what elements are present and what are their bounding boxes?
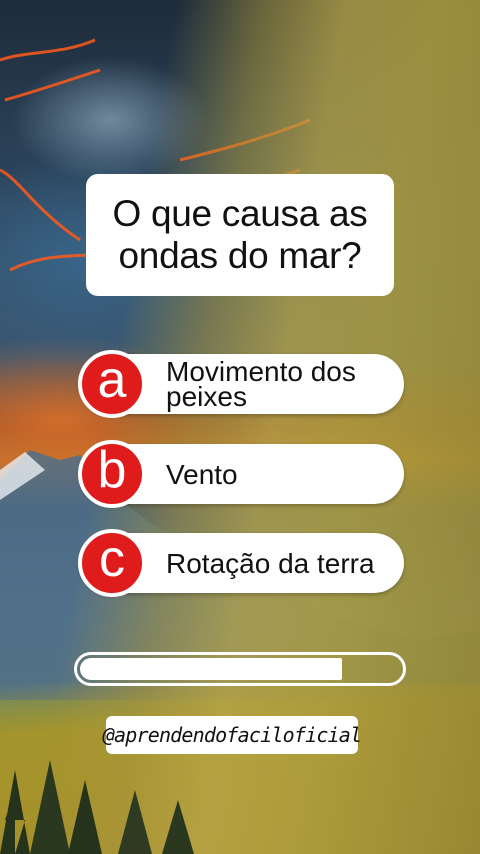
option-letter-badge: a	[78, 350, 146, 418]
option-b-button[interactable]: b Vento	[78, 440, 404, 508]
timer-progress-bar	[74, 652, 406, 686]
option-label: Rotação da terra	[166, 547, 375, 579]
channel-handle-label: @aprendendofaciloficial	[103, 716, 362, 754]
option-label: Movimento dos peixes	[166, 356, 356, 412]
option-c-button[interactable]: c Rotação da terra	[78, 529, 404, 597]
option-label: Vento	[166, 458, 238, 490]
option-a-button[interactable]: a Movimento dos peixes	[78, 350, 404, 418]
timer-progress-fill	[80, 658, 343, 680]
question-card: O que causa as ondas do mar?	[86, 174, 394, 296]
option-letter-badge: b	[78, 440, 146, 508]
pine-trees	[0, 760, 194, 854]
option-letter-badge: c	[78, 529, 146, 597]
